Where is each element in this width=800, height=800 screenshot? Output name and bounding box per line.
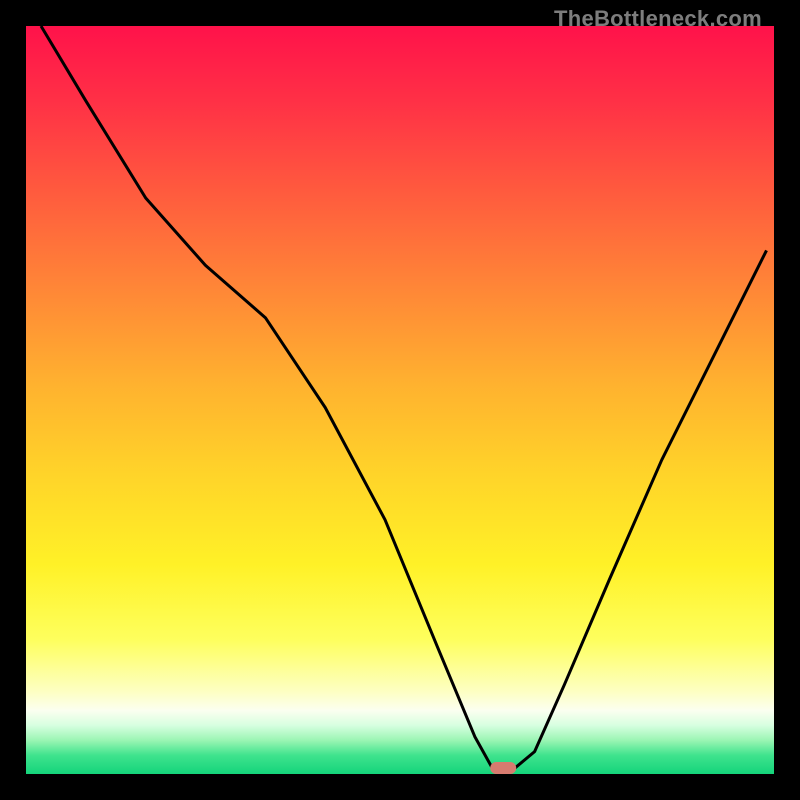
gradient-background: [26, 26, 774, 774]
bottleneck-chart-svg: [26, 26, 774, 774]
chart-frame: TheBottleneck.com: [0, 0, 800, 800]
plot-area: [26, 26, 774, 774]
match-marker: [490, 762, 516, 774]
